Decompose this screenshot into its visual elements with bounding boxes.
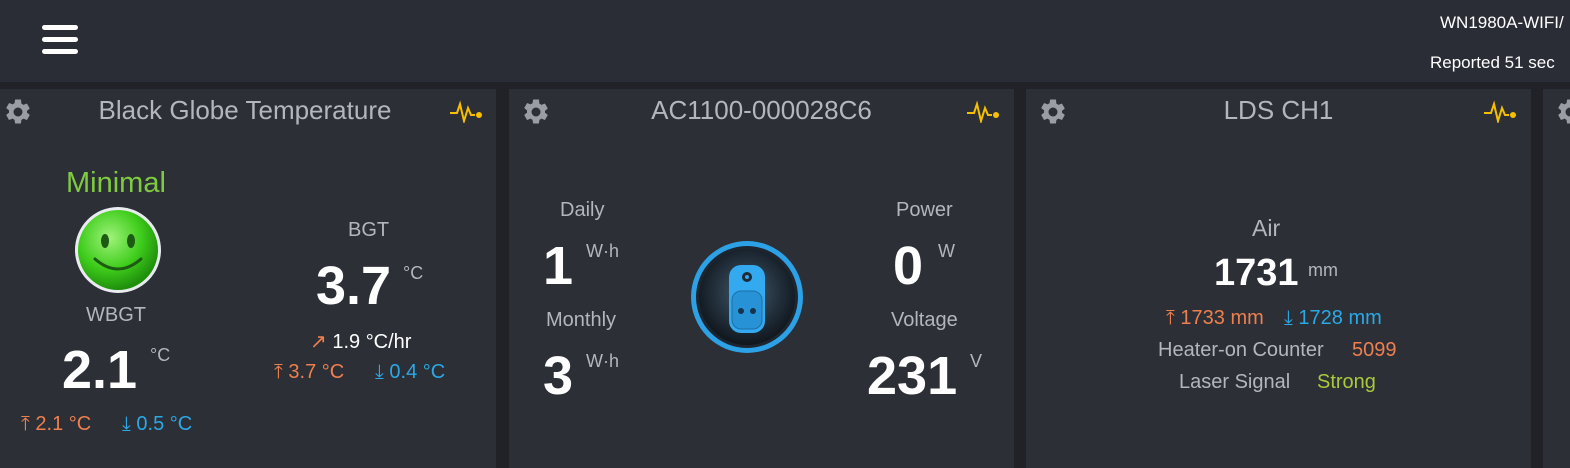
arrow-up-high-icon: ⤒ <box>274 361 283 383</box>
daily-value: 1 <box>543 236 574 296</box>
arrow-up-high-icon: ⤒ <box>1166 307 1175 329</box>
arrow-up-high-icon: ⤒ <box>21 413 30 435</box>
wbgt-low-value: 0.5 °C <box>136 413 193 435</box>
bgt-high: ⤒ 3.7 °C <box>274 361 344 384</box>
bgt-trend-value: 1.9 °C/hr <box>332 331 412 353</box>
power-value: 0 <box>893 236 924 296</box>
top-bar: WN1980A-WIFI/ Reported 51 sec <box>0 0 1570 82</box>
daily-label: Daily <box>560 199 605 221</box>
heater-counter-value: 5099 <box>1352 339 1397 361</box>
card-partial-next <box>1543 89 1570 468</box>
distance-value: 1731 <box>1214 252 1299 294</box>
smart-plug-icon <box>691 241 803 353</box>
laser-signal-value: Strong <box>1317 371 1376 393</box>
bgt-low: ⤓ 0.4 °C <box>375 361 445 384</box>
medium-label: Air <box>1252 215 1281 241</box>
smiley-face-icon <box>75 207 161 293</box>
voltage-label: Voltage <box>891 309 958 331</box>
hamburger-menu-icon[interactable] <box>42 25 78 55</box>
power-label: Power <box>896 199 953 221</box>
monthly-value: 3 <box>543 346 574 406</box>
trend-up-icon: ↗ <box>310 331 327 353</box>
card-black-globe-temperature: Black Globe Temperature Minimal WBGT 2.1… <box>0 89 496 468</box>
heater-counter-label: Heater-on Counter <box>1158 339 1324 361</box>
bgt-label: BGT <box>348 219 390 241</box>
daily-unit: W·h <box>586 241 619 261</box>
monthly-unit: W·h <box>586 351 619 371</box>
pulse-chart-icon[interactable] <box>966 99 1000 123</box>
pulse-chart-icon[interactable] <box>1483 99 1517 123</box>
bgt-unit: °C <box>403 263 424 283</box>
arrow-down-low-icon: ⤓ <box>122 413 131 435</box>
monthly-label: Monthly <box>546 309 617 331</box>
bgt-high-value: 3.7 °C <box>288 361 345 383</box>
pulse-chart-icon[interactable] <box>449 99 483 123</box>
wbgt-label: WBGT <box>86 304 146 326</box>
card-title: Black Globe Temperature <box>98 95 392 125</box>
wbgt-value: 2.1 <box>62 340 138 400</box>
arrow-down-low-icon: ⤓ <box>375 361 384 383</box>
wbgt-unit: °C <box>150 345 171 365</box>
arrow-down-low-icon: ⤓ <box>1284 307 1293 329</box>
device-name: WN1980A-WIFI/ <box>1440 13 1564 32</box>
laser-signal-label: Laser Signal <box>1179 371 1291 393</box>
wbgt-low: ⤓ 0.5 °C <box>122 413 192 436</box>
card-ac1100: AC1100-000028C6 Daily 1 W·h Monthly 3 W·… <box>509 89 1014 468</box>
gear-icon[interactable] <box>1555 97 1570 127</box>
comfort-status: Minimal <box>66 167 166 199</box>
reported-time: Reported 51 sec <box>1430 53 1555 72</box>
voltage-unit: V <box>970 351 983 371</box>
distance-unit: mm <box>1308 260 1338 280</box>
card-title: AC1100-000028C6 <box>651 95 872 125</box>
bgt-low-value: 0.4 °C <box>389 361 446 383</box>
card-title: LDS CH1 <box>1223 95 1334 125</box>
distance-low-value: 1728 mm <box>1298 307 1382 329</box>
bgt-value: 3.7 <box>316 256 392 316</box>
card-lds-ch1: LDS CH1 Air 1731 mm ⤒ 1733 mm ⤓ 1728 mm … <box>1026 89 1531 468</box>
voltage-value: 231 <box>867 346 958 406</box>
distance-high: ⤒ 1733 mm <box>1166 307 1264 330</box>
distance-high-value: 1733 mm <box>1180 307 1264 329</box>
power-unit: W <box>938 241 955 261</box>
wbgt-high-value: 2.1 °C <box>35 413 92 435</box>
distance-low: ⤓ 1728 mm <box>1284 307 1382 330</box>
wbgt-high: ⤒ 2.1 °C <box>21 413 91 436</box>
bgt-trend: ↗ 1.9 °C/hr <box>310 329 411 354</box>
